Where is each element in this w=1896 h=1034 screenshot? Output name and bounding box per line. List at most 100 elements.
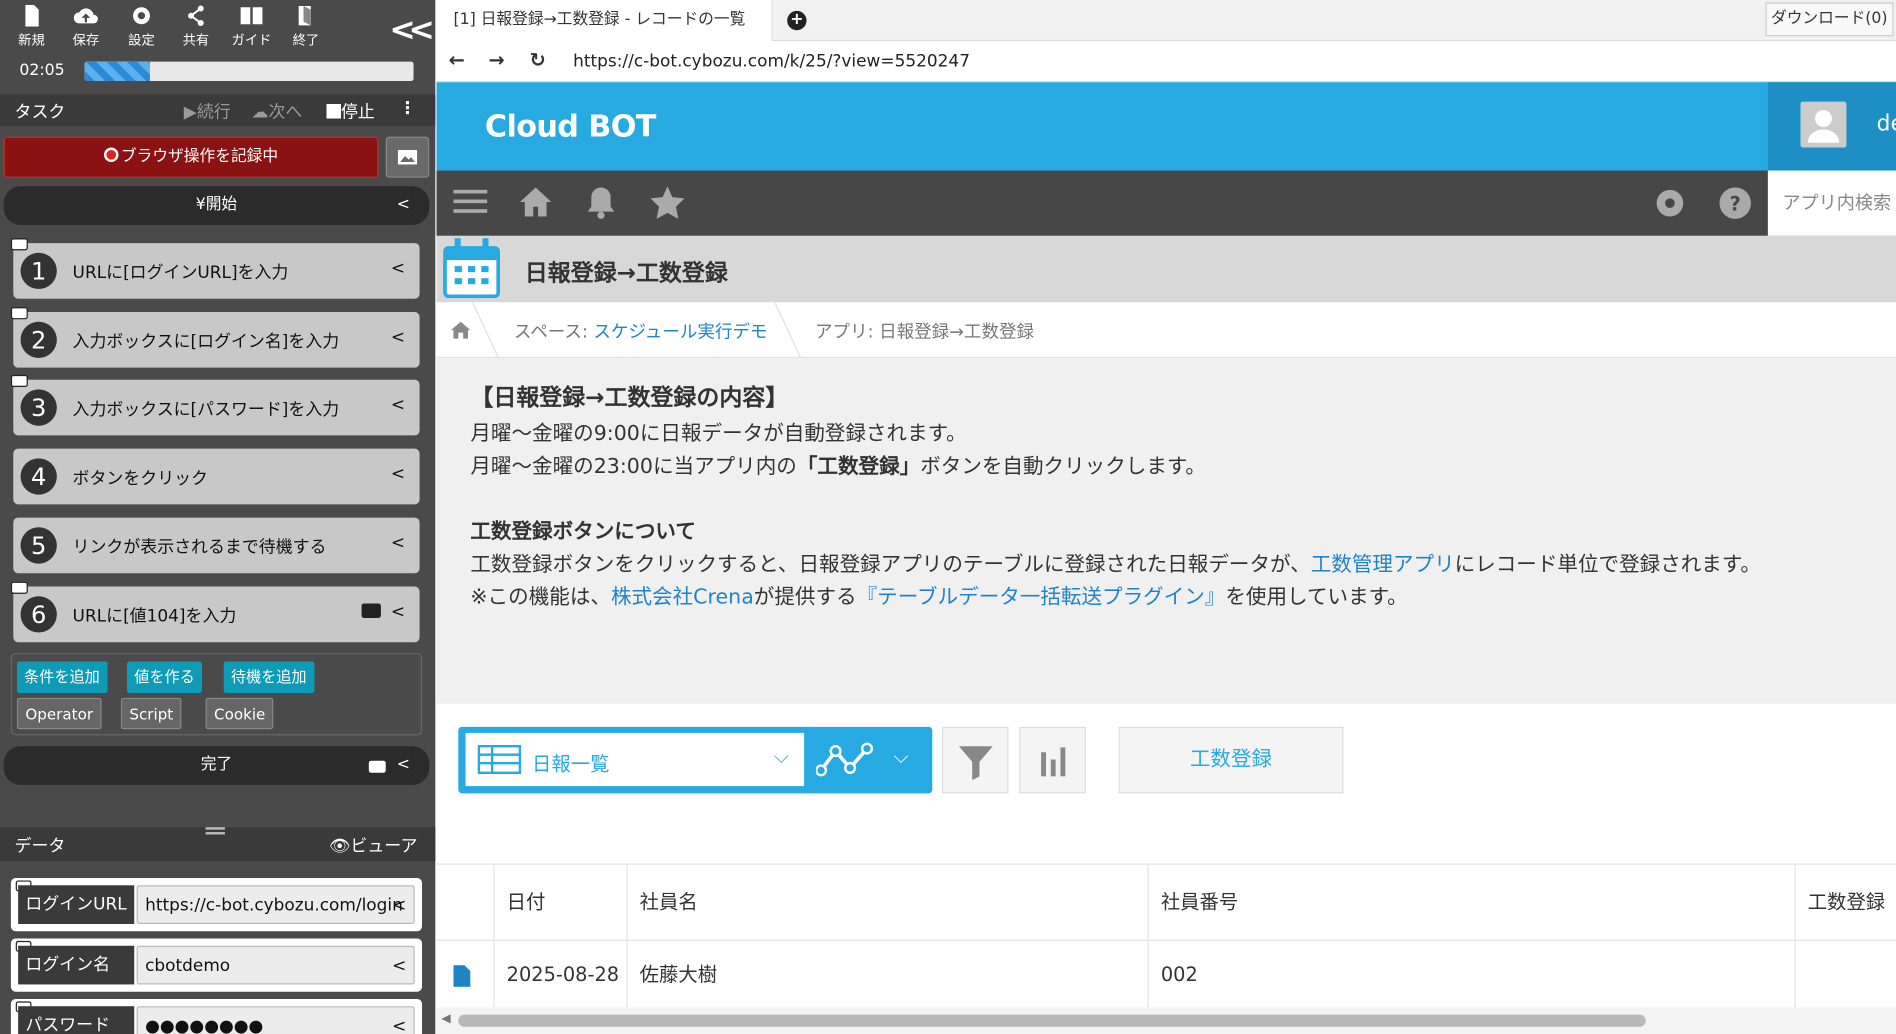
help-icon[interactable]: ? xyxy=(1717,185,1753,221)
field-value[interactable]: https://c-bot.cybozu.com/login < xyxy=(136,885,415,924)
graph-button[interactable] xyxy=(1019,726,1086,794)
finish-section[interactable]: 完了 < xyxy=(3,746,430,785)
desc-link[interactable]: 『テーブルデータ一括転送プラグイン』 xyxy=(857,585,1226,609)
graph-icon[interactable] xyxy=(816,741,874,777)
desc-link[interactable]: 工数管理アプリ xyxy=(1311,553,1455,577)
desc-text: ボタンを自動クリックします。 xyxy=(920,454,1206,479)
table-header-cell[interactable]: 社員番号 xyxy=(1149,864,1796,940)
make-value-button[interactable]: 値を作る xyxy=(126,661,202,693)
keyboard-icon xyxy=(10,374,28,388)
home-icon[interactable] xyxy=(519,185,553,219)
breadcrumb-space: スペース: スケジュール実行デモ xyxy=(514,318,768,343)
gear-icon[interactable] xyxy=(1652,185,1688,221)
progress-fill xyxy=(84,61,151,82)
desc-link[interactable]: 株式会社Crena xyxy=(611,585,754,609)
share-button[interactable]: 共有 xyxy=(169,5,222,50)
view-select[interactable]: 日報一覧 ⌵ xyxy=(465,732,805,787)
desc-text: 月曜〜金曜の23:00に当アプリ内の xyxy=(470,454,797,479)
new-tab-icon[interactable]: + xyxy=(787,10,807,31)
stop-checkbox[interactable] xyxy=(326,104,341,119)
step-item[interactable]: 6 URLに[値104]を入力 < xyxy=(10,581,420,643)
chevron-left-icon[interactable]: < xyxy=(392,886,406,922)
scroll-left-icon[interactable]: ◀ xyxy=(441,1012,450,1025)
filter-button[interactable] xyxy=(941,726,1009,794)
cookie-button[interactable]: Cookie xyxy=(205,697,274,730)
chevron-left-icon[interactable]: < xyxy=(397,186,410,225)
kosu-register-button[interactable]: 工数登録 xyxy=(1118,726,1344,794)
table-header-cell[interactable]: 社員名 xyxy=(628,864,1149,940)
guide-button[interactable]: ガイド xyxy=(225,5,278,50)
table-cell: 2025-08-28 xyxy=(495,940,628,1009)
continue-button[interactable]: ▶︎続行 xyxy=(184,99,231,123)
new-button[interactable]: 新規 xyxy=(5,4,58,50)
screenshot-button[interactable] xyxy=(385,136,430,178)
chevron-left-icon[interactable]: < xyxy=(392,947,406,983)
recording-button[interactable]: ブラウザ操作を記録中 xyxy=(3,136,379,178)
data-header: データ 👁︎ビューア xyxy=(0,827,436,862)
step-item[interactable]: 1 URLに[ログインURL]を入力 < xyxy=(10,238,420,299)
chevron-left-icon[interactable]: < xyxy=(391,395,405,414)
chevron-left-icon[interactable]: < xyxy=(391,533,405,552)
view-selector-group: 日報一覧 ⌵ ⌵ xyxy=(458,726,933,794)
stop-toggle[interactable]: 停止 xyxy=(326,99,375,123)
step-item[interactable]: 5 リンクが表示されるまで待機する < xyxy=(13,517,420,574)
step-item[interactable]: 2 入力ボックスに[ログイン名]を入力 < xyxy=(10,307,420,368)
chevron-left-icon[interactable]: < xyxy=(391,602,405,621)
start-section[interactable]: ¥開始 < xyxy=(3,186,430,225)
hamburger-menu-icon[interactable] xyxy=(453,187,488,216)
field-name: ログインURL xyxy=(18,885,135,924)
data-label: データ xyxy=(14,836,66,857)
browser-tab[interactable]: [1] 日報登録→工数登録 - レコードの一覧 xyxy=(436,0,773,42)
back-arrow-icon[interactable]: ← xyxy=(449,48,465,71)
field-name: パスワード xyxy=(18,1006,135,1034)
start-label: 開始 xyxy=(205,195,238,215)
exit-button[interactable]: 終了 xyxy=(279,5,332,50)
download-button[interactable]: ダウンロード(0) xyxy=(1764,2,1894,37)
space-link[interactable]: スケジュール実行デモ xyxy=(593,323,767,342)
add-wait-button[interactable]: 待機を追加 xyxy=(223,661,314,693)
field-value[interactable]: ●●●●●●●● < xyxy=(136,1006,415,1034)
camera-icon[interactable] xyxy=(368,760,386,773)
star-icon[interactable] xyxy=(650,185,685,219)
chevron-left-icon[interactable]: < xyxy=(391,259,405,278)
step-item[interactable]: 3 入力ボックスに[パスワード]を入力 < xyxy=(10,374,420,436)
script-button[interactable]: Script xyxy=(120,697,182,730)
operator-button[interactable]: Operator xyxy=(16,697,102,730)
table-header-cell[interactable]: 工数登録 xyxy=(1796,865,1896,940)
chevron-left-icon[interactable]: < xyxy=(397,746,410,785)
add-condition-button[interactable]: 条件を追加 xyxy=(16,661,108,693)
reload-icon[interactable]: ↻ xyxy=(530,48,546,71)
more-vertical-icon[interactable]: ⋮ xyxy=(399,99,416,118)
collapse-panel-icon[interactable]: << xyxy=(389,12,434,48)
table-header-cell[interactable]: 日付 xyxy=(495,864,628,940)
step-label: URLに[値104]を入力 xyxy=(72,607,237,627)
horizontal-scrollbar[interactable]: ◀ xyxy=(436,1007,1896,1034)
desc-subheading: 工数登録ボタンについて xyxy=(470,520,696,545)
app-search-input[interactable]: アプリ内検索 xyxy=(1767,170,1896,236)
chevron-left-icon[interactable]: < xyxy=(391,464,405,483)
chevron-left-icon[interactable]: < xyxy=(391,328,405,347)
table-row-detail[interactable] xyxy=(437,940,495,1009)
home-icon[interactable] xyxy=(451,320,471,339)
user-menu[interactable]: de xyxy=(1767,82,1896,171)
app-logo[interactable]: Cloud BOT xyxy=(485,109,657,144)
chevron-down-icon[interactable]: ⌵ xyxy=(894,745,909,769)
resize-handle[interactable] xyxy=(205,827,225,835)
field-value[interactable]: cbotdemo < xyxy=(136,945,415,985)
desc-line: ※この機能は、株式会社Crenaが提供する『テーブルデータ一括転送プラグイン』を… xyxy=(470,582,1407,615)
cloud-upload-icon xyxy=(73,8,98,24)
settings-button[interactable]: 設定 xyxy=(115,5,168,50)
step-number: 4 xyxy=(20,458,57,495)
url-field[interactable]: https://c-bot.cybozu.com/k/25/?view=5520… xyxy=(573,52,970,71)
chevron-left-icon[interactable]: < xyxy=(392,1007,406,1034)
continue-label: 続行 xyxy=(196,102,231,123)
viewer-button[interactable]: 👁︎ビューア xyxy=(329,833,418,857)
forward-arrow-icon[interactable]: → xyxy=(489,48,505,71)
next-button[interactable]: ☁次へ xyxy=(252,99,303,123)
finish-label: 完了 xyxy=(200,755,233,775)
save-button[interactable]: 保存 xyxy=(59,5,112,50)
bell-icon[interactable] xyxy=(584,185,618,219)
step-item[interactable]: 4 ボタンをクリック < xyxy=(13,448,420,505)
camera-icon[interactable] xyxy=(361,603,381,619)
scrollbar-thumb[interactable] xyxy=(458,1014,1646,1027)
